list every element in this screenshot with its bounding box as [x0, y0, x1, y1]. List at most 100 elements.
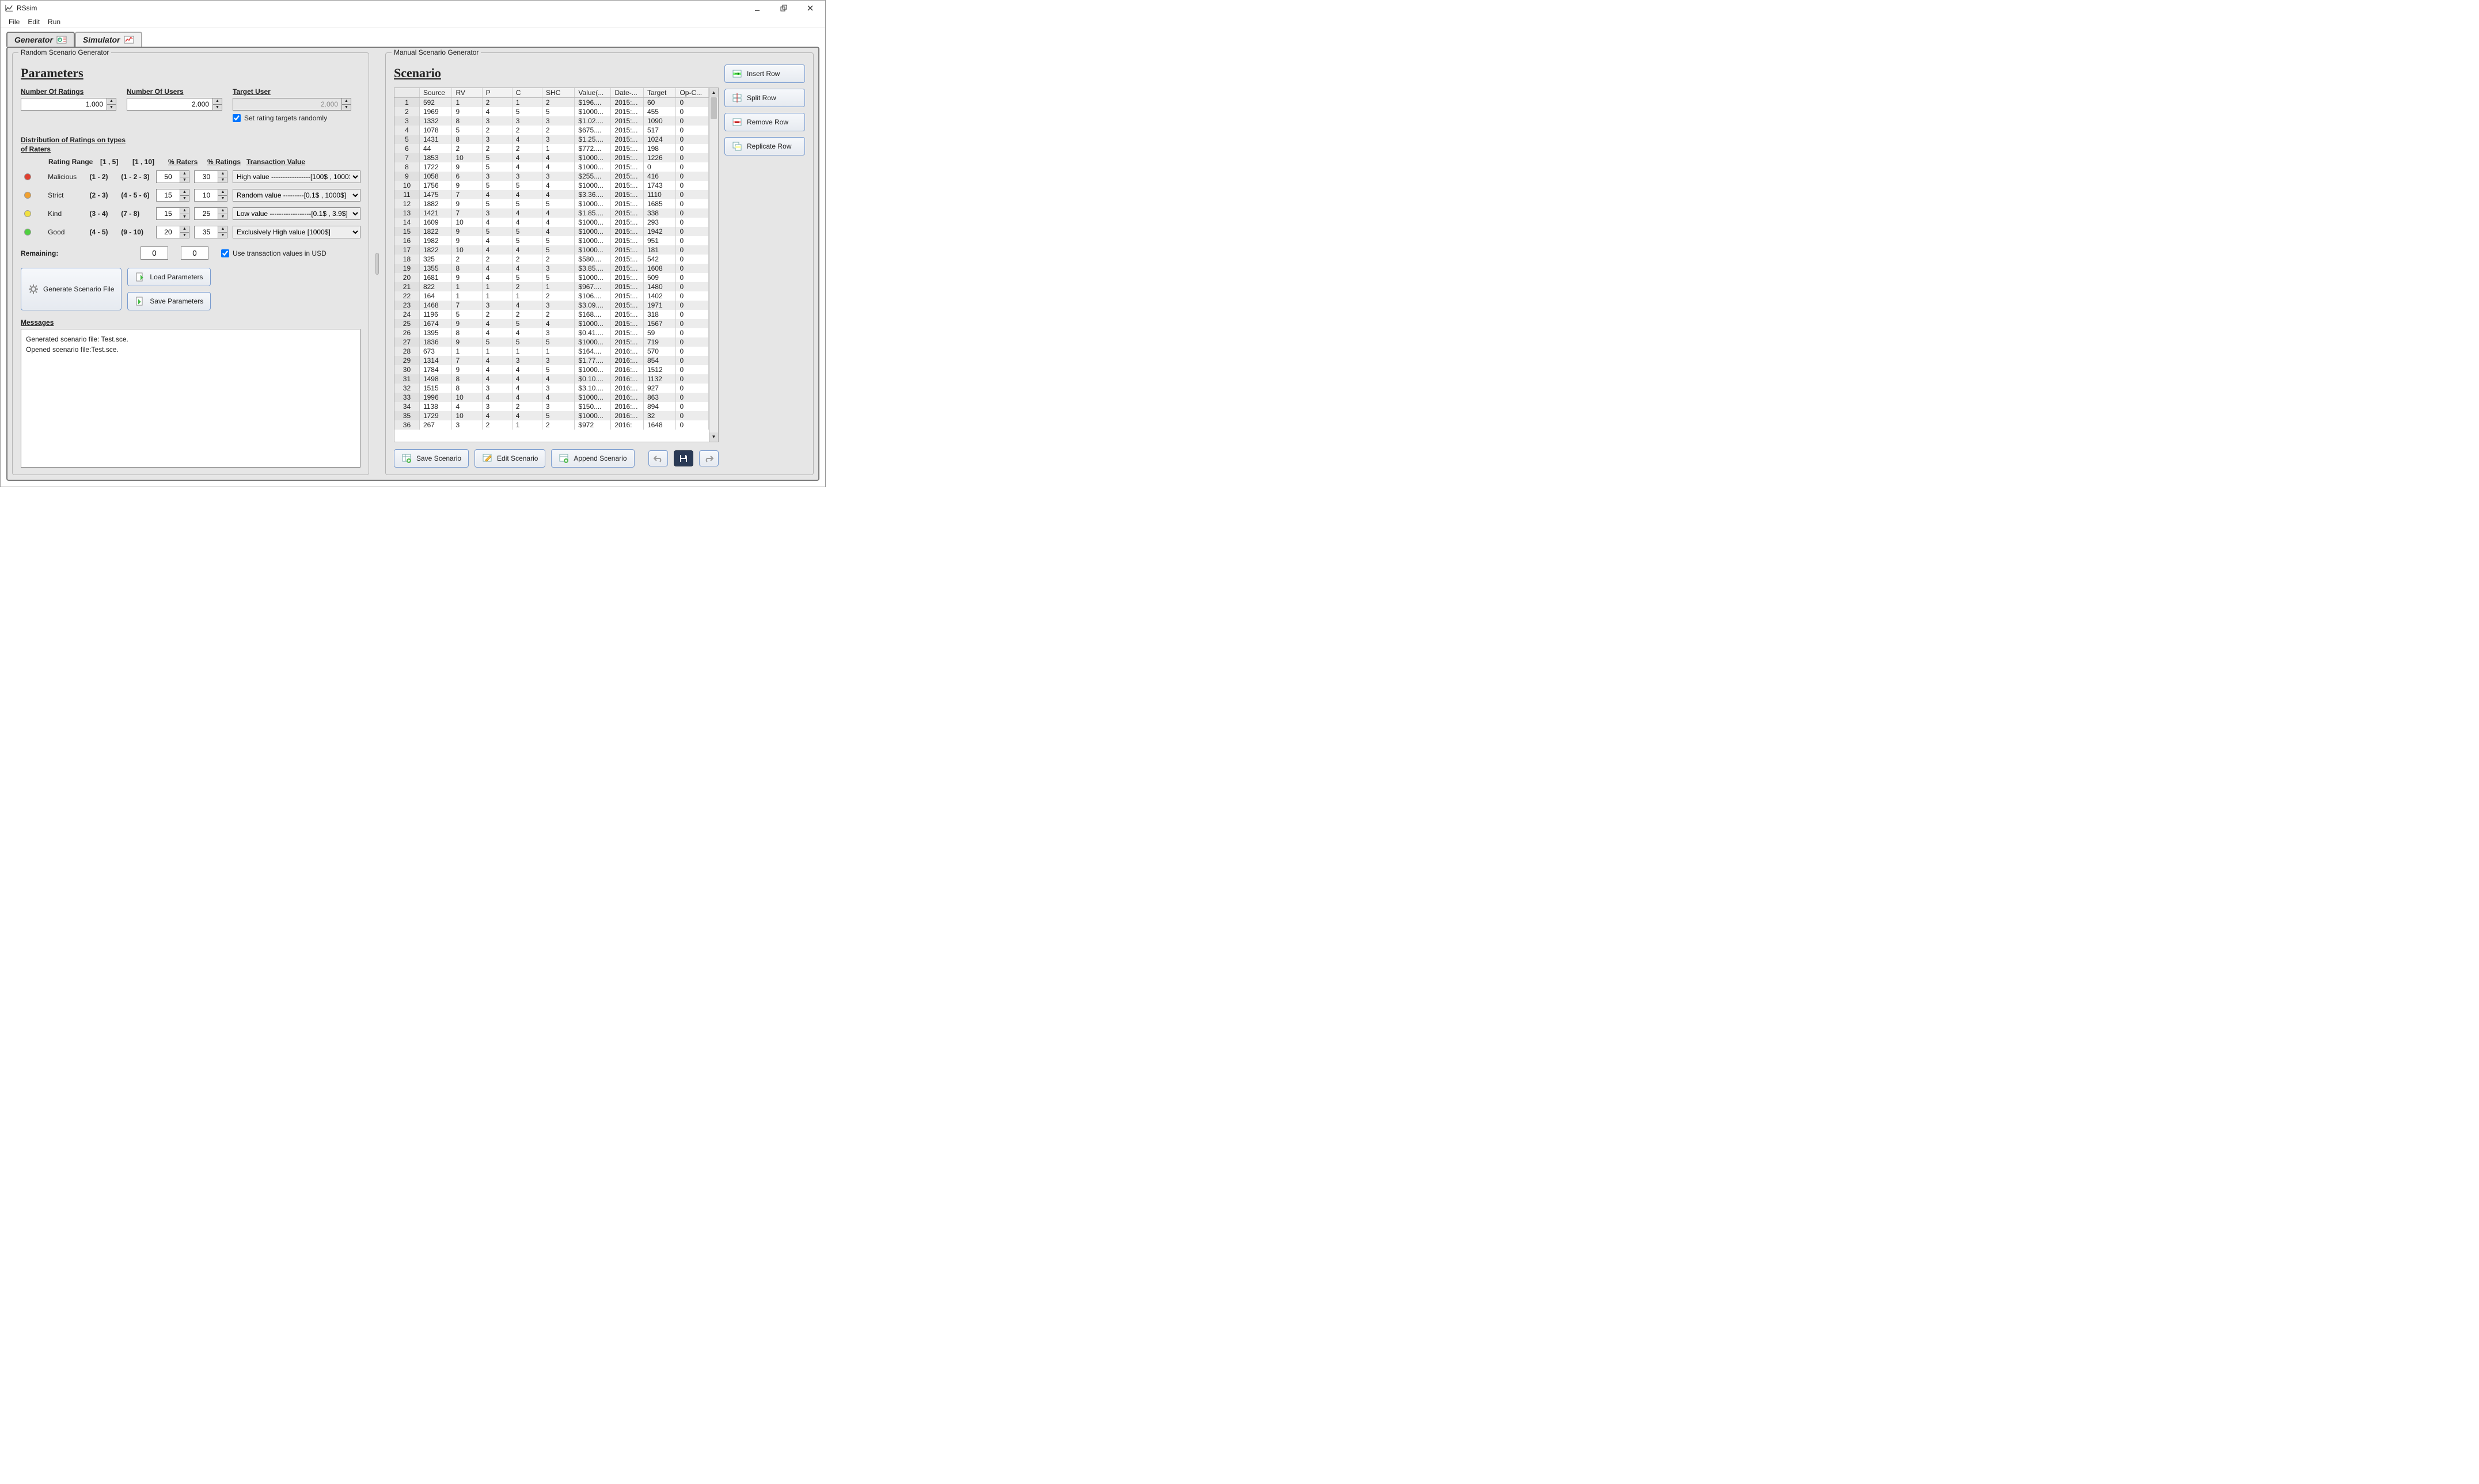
col-header[interactable]: RV: [452, 88, 482, 98]
undo-button[interactable]: [648, 450, 668, 466]
table-row[interactable]: 35172910445$1000...2016:...320: [394, 411, 709, 420]
table-row[interactable]: 514318343$1.25....2015:...10240: [394, 135, 709, 144]
table-row[interactable]: 2718369555$1000...2015:...7190: [394, 337, 709, 347]
insert-row-button[interactable]: Insert Row: [724, 64, 805, 83]
table-row[interactable]: 1913558443$3.85....2015:...16080: [394, 264, 709, 273]
table-row[interactable]: 1518229554$1000...2015:...19420: [394, 227, 709, 236]
col-header[interactable]: Target: [643, 88, 676, 98]
spin-down[interactable]: ▼: [213, 105, 222, 111]
table-row[interactable]: 362673212$9722016:16480: [394, 420, 709, 430]
table-row[interactable]: 6442221$772....2015:...1980: [394, 144, 709, 153]
table-row[interactable]: 1218829555$1000...2015:...16850: [394, 199, 709, 208]
transaction-value-select[interactable]: High value -----------------[100$ , 1000…: [233, 170, 360, 183]
table-row[interactable]: 2016819455$1000...2015:...5090: [394, 273, 709, 282]
menu-run[interactable]: Run: [44, 17, 64, 26]
percent-ratings-spinner[interactable]: ▲▼: [194, 207, 227, 220]
num-users-input[interactable]: [127, 98, 213, 111]
tab-simulator[interactable]: Simulator: [75, 32, 142, 47]
close-button[interactable]: [802, 2, 818, 14]
col-header[interactable]: Value(...: [575, 88, 611, 98]
table-row[interactable]: 1314217344$1.85....2015:...3380: [394, 208, 709, 218]
table-row[interactable]: 3114988444$0.10....2016:...11320: [394, 374, 709, 384]
percent-raters-spinner[interactable]: ▲▼: [156, 207, 189, 220]
menu-edit[interactable]: Edit: [24, 17, 43, 26]
scroll-down[interactable]: ▼: [709, 432, 718, 442]
table-row[interactable]: 313328333$1.02....2015:...10900: [394, 116, 709, 126]
table-row[interactable]: 1017569554$1000...2015:...17430: [394, 181, 709, 190]
table-row[interactable]: 219699455$1000...2015:...4550: [394, 107, 709, 116]
col-header[interactable]: C: [512, 88, 542, 98]
col-header[interactable]: SHC: [542, 88, 575, 98]
percent-raters-spinner[interactable]: ▲▼: [156, 189, 189, 202]
col-header[interactable]: P: [482, 88, 512, 98]
table-row[interactable]: 183252222$580....2015:...5420: [394, 255, 709, 264]
table-row[interactable]: 1114757444$3.36....2015:...11100: [394, 190, 709, 199]
table-row[interactable]: 33199610444$1000...2016:...8630: [394, 393, 709, 402]
spin-down[interactable]: ▼: [107, 105, 116, 111]
maximize-button[interactable]: [776, 2, 792, 14]
col-header[interactable]: Source: [419, 88, 452, 98]
edit-scenario-button[interactable]: Edit Scenario: [474, 449, 545, 468]
generate-scenario-button[interactable]: Generate Scenario File: [21, 268, 122, 310]
use-usd-checkbox[interactable]: [221, 249, 229, 257]
col-header[interactable]: [394, 88, 419, 98]
col-header[interactable]: Op-C...: [676, 88, 709, 98]
col-header[interactable]: Date-...: [611, 88, 644, 98]
table-row[interactable]: 221641112$106....2015:...14020: [394, 291, 709, 301]
table-row[interactable]: 2411965222$168....2015:...3180: [394, 310, 709, 319]
redo-button[interactable]: [699, 450, 719, 466]
table-row[interactable]: 14160910444$1000...2015:...2930: [394, 218, 709, 227]
num-users-spinner[interactable]: ▲▼: [127, 98, 222, 111]
remaining-2[interactable]: [181, 246, 208, 260]
table-row[interactable]: 7185310544$1000...2015:...12260: [394, 153, 709, 162]
table-row[interactable]: 817229544$1000...2015:...00: [394, 162, 709, 172]
percent-ratings-spinner[interactable]: ▲▼: [194, 226, 227, 238]
num-ratings-spinner[interactable]: ▲▼: [21, 98, 116, 111]
table-row[interactable]: 2913147433$1.77....2016:...8540: [394, 356, 709, 365]
transaction-value-select[interactable]: Low value ------------------[0.1$ , 3.9$…: [233, 207, 360, 220]
tab-generator[interactable]: Generator: [6, 32, 75, 47]
percent-ratings-spinner[interactable]: ▲▼: [194, 189, 227, 202]
scroll-thumb[interactable]: [711, 97, 717, 119]
scroll-up[interactable]: ▲: [709, 88, 718, 97]
load-parameters-button[interactable]: Load Parameters: [127, 268, 211, 286]
table-row[interactable]: 2613958443$0.41....2015:...590: [394, 328, 709, 337]
save-icon-button[interactable]: [674, 450, 693, 466]
spin-up[interactable]: ▲: [107, 98, 116, 105]
replicate-row-button[interactable]: Replicate Row: [724, 137, 805, 155]
vertical-scrollbar[interactable]: ▲ ▼: [709, 88, 718, 442]
transaction-value-select[interactable]: Exclusively High value [1000$]: [233, 226, 360, 238]
set-randomly-checkbox[interactable]: [233, 114, 241, 122]
scenario-table[interactable]: SourceRVPCSHCValue(...Date-...TargetOp-C…: [394, 88, 709, 430]
scenario-table-scroll[interactable]: SourceRVPCSHCValue(...Date-...TargetOp-C…: [394, 88, 709, 442]
minimize-button[interactable]: [749, 2, 765, 14]
percent-ratings-spinner[interactable]: ▲▼: [194, 170, 227, 183]
num-ratings-input[interactable]: [21, 98, 107, 111]
table-row[interactable]: 286731111$164....2016:...5700: [394, 347, 709, 356]
remove-row-button[interactable]: Remove Row: [724, 113, 805, 131]
transaction-value-select[interactable]: Random value ---------[0.1$ , 1000$]: [233, 189, 360, 202]
table-row[interactable]: 15921212$196....2015:...600: [394, 98, 709, 108]
table-row[interactable]: 410785222$675....2015:...5170: [394, 126, 709, 135]
percent-raters-spinner[interactable]: ▲▼: [156, 170, 189, 183]
table-row[interactable]: 3017849445$1000...2016:...15120: [394, 365, 709, 374]
spin-up[interactable]: ▲: [213, 98, 222, 105]
split-row-button[interactable]: Split Row: [724, 89, 805, 107]
messages-textarea[interactable]: Generated scenario file: Test.sce.Opened…: [21, 329, 360, 468]
table-edit-icon: [482, 453, 492, 464]
table-row[interactable]: 1619829455$1000...2015:...9510: [394, 236, 709, 245]
save-scenario-button[interactable]: Save Scenario: [394, 449, 469, 468]
table-row[interactable]: 17182210445$1000...2015:...1810: [394, 245, 709, 255]
remaining-1[interactable]: [141, 246, 168, 260]
table-row[interactable]: 910586333$255....2015:...4160: [394, 172, 709, 181]
append-scenario-button[interactable]: Append Scenario: [551, 449, 634, 468]
table-row[interactable]: 2516749454$1000...2015:...15670: [394, 319, 709, 328]
percent-raters-spinner[interactable]: ▲▼: [156, 226, 189, 238]
menu-file[interactable]: File: [5, 17, 23, 26]
table-row[interactable]: 2314687343$3.09....2015:...19710: [394, 301, 709, 310]
table-row[interactable]: 3411384323$150....2016:...8940: [394, 402, 709, 411]
table-row[interactable]: 3215158343$3.10....2016:...9270: [394, 384, 709, 393]
save-parameters-button[interactable]: Save Parameters: [127, 292, 211, 310]
splitter-handle[interactable]: [375, 52, 379, 475]
table-row[interactable]: 218221121$967....2015:...14800: [394, 282, 709, 291]
